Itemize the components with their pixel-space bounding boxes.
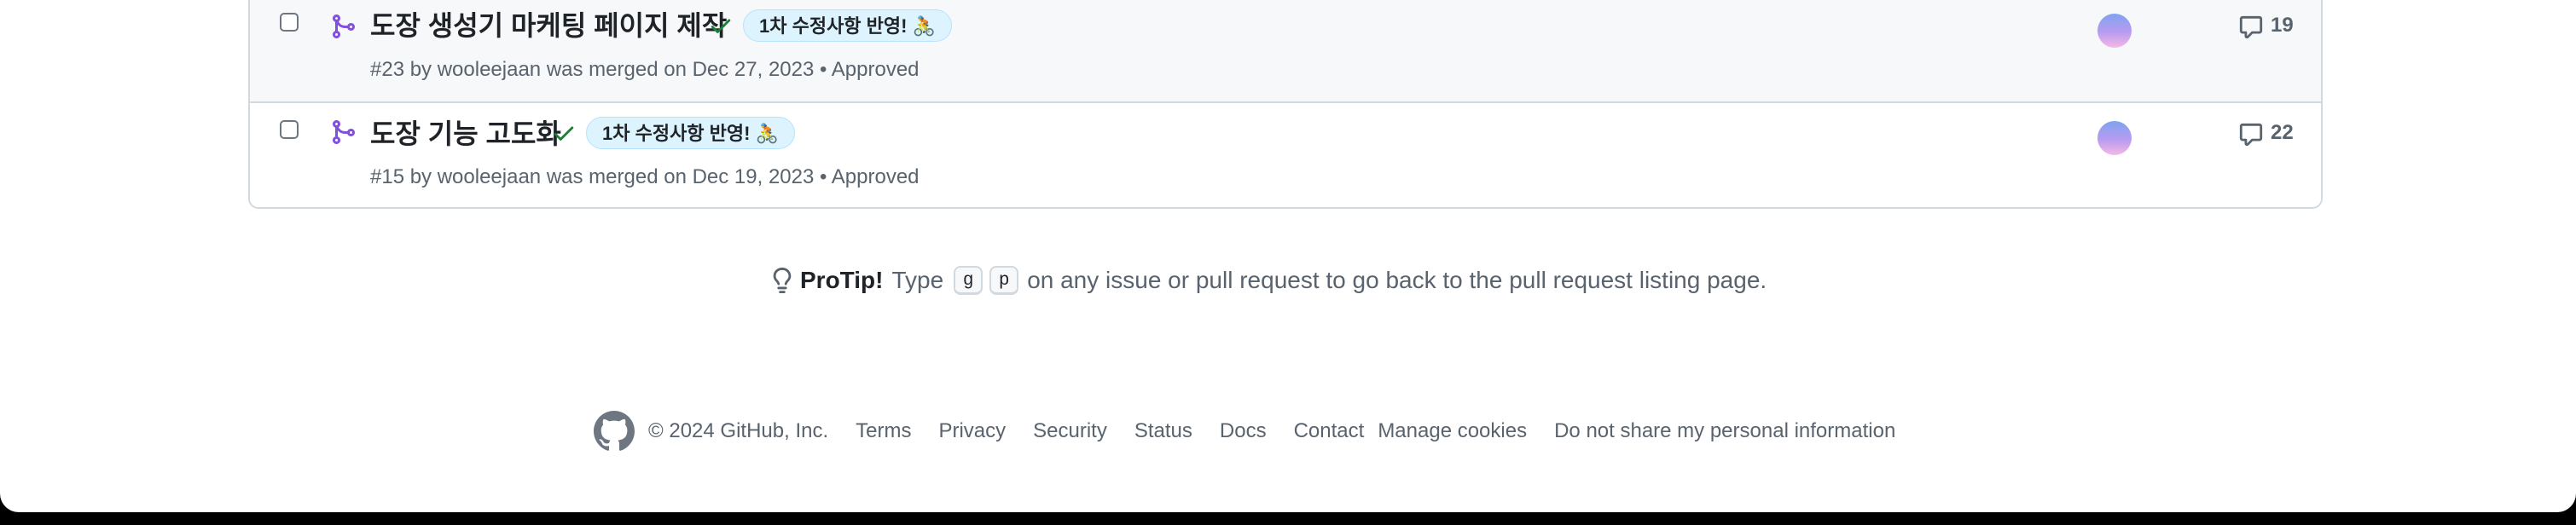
footer-link-do-not-share[interactable]: Do not share my personal information	[1554, 419, 1895, 443]
select-checkbox[interactable]	[280, 13, 299, 32]
protip-text-after: on any issue or pull request to go back …	[1027, 267, 1767, 293]
git-merge-icon	[333, 14, 356, 38]
github-logo-icon[interactable]	[594, 411, 635, 452]
pull-request-meta-text: #15 by wooleejaan was merged on Dec 19, …	[370, 165, 815, 188]
kbd-key-p: p	[989, 266, 1019, 295]
footer-link-security[interactable]: Security	[1033, 419, 1107, 443]
git-merge-icon	[333, 120, 356, 144]
footer-link-docs[interactable]: Docs	[1220, 419, 1267, 443]
label-chip[interactable]: 1차 수정사항 반영! 🚴	[586, 117, 795, 149]
page: 도장 생성기 마케팅 페이지 제작 1차 수정사항 반영! 🚴 #23 by w…	[0, 0, 2576, 512]
footer-link-terms[interactable]: Terms	[856, 419, 911, 443]
comment-icon[interactable]	[2238, 14, 2264, 40]
check-icon[interactable]	[708, 13, 734, 38]
meta-separator: •	[820, 58, 832, 81]
check-icon[interactable]	[551, 120, 577, 146]
pull-request-meta: #23 by wooleejaan was merged on Dec 27, …	[370, 58, 920, 82]
footer-link-privacy[interactable]: Privacy	[938, 419, 1006, 443]
pull-request-list: 도장 생성기 마케팅 페이지 제작 1차 수정사항 반영! 🚴 #23 by w…	[248, 0, 2323, 209]
protip-heading: ProTip!	[800, 267, 884, 293]
footer-link-status[interactable]: Status	[1134, 419, 1192, 443]
review-status[interactable]: Approved	[832, 58, 920, 81]
footer-link-contact[interactable]: Contact	[1294, 419, 1365, 443]
pull-request-row: 도장 기능 고도화 1차 수정사항 반영! 🚴 #15 by wooleejaa…	[250, 103, 2321, 207]
review-status[interactable]: Approved	[832, 165, 920, 188]
footer-copyright: © 2024 GitHub, Inc.	[648, 419, 829, 442]
protip-text-before: Type	[891, 267, 944, 293]
kbd-key-g: g	[954, 266, 983, 295]
light-bulb-icon	[773, 268, 792, 293]
footer: © 2024 GitHub, Inc. Terms Privacy Securi…	[594, 411, 1895, 452]
label-chip[interactable]: 1차 수정사항 반영! 🚴	[743, 9, 952, 42]
select-checkbox[interactable]	[280, 120, 299, 139]
avatar[interactable]	[2097, 121, 2132, 155]
comment-count[interactable]: 22	[2271, 121, 2294, 145]
comment-count[interactable]: 19	[2271, 14, 2294, 38]
avatar[interactable]	[2097, 14, 2132, 48]
pull-request-title-link[interactable]: 도장 기능 고도화	[370, 117, 561, 151]
comment-icon[interactable]	[2238, 122, 2264, 147]
footer-link-manage-cookies[interactable]: Manage cookies	[1378, 419, 1527, 443]
pull-request-row: 도장 생성기 마케팅 페이지 제작 1차 수정사항 반영! 🚴 #23 by w…	[250, 0, 2321, 103]
pull-request-meta-text: #23 by wooleejaan was merged on Dec 27, …	[370, 58, 815, 81]
protip: ProTip! Type g p on any issue or pull re…	[769, 266, 1767, 295]
pull-request-title-link[interactable]: 도장 생성기 마케팅 페이지 제작	[370, 9, 727, 43]
meta-separator: •	[820, 165, 832, 188]
pull-request-meta: #15 by wooleejaan was merged on Dec 19, …	[370, 165, 920, 189]
